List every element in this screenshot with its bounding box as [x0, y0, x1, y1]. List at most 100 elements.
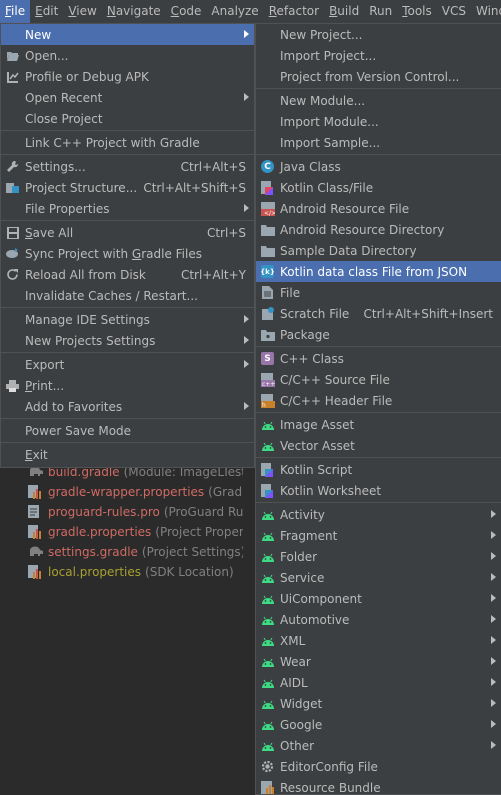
menu-item-new-projects-settings[interactable]: New Projects Settings: [1, 330, 254, 351]
menubar-item-run[interactable]: Run: [364, 0, 397, 23]
menu-item-reload-disk-label: Reload All from Disk: [25, 267, 146, 282]
menu-item-kotlin-worksheet[interactable]: Kotlin Worksheet: [256, 480, 501, 501]
menu-item-add-favorites[interactable]: Add to Favorites: [1, 396, 254, 417]
resource-bundle-icon: [260, 780, 275, 794]
menu-item-kotlin-worksheet-label: Kotlin Worksheet: [280, 483, 382, 498]
menu-item-reload-disk[interactable]: Reload All from Disk Ctrl+Alt+Y: [1, 264, 254, 285]
menu-item-open-recent[interactable]: Open Recent: [1, 87, 254, 108]
submenu-arrow-icon: [491, 615, 496, 623]
menu-item-save-all[interactable]: Save All Ctrl+S: [1, 222, 254, 243]
menubar-item-window[interactable]: Windo: [471, 0, 501, 23]
menu-item-print[interactable]: Print...: [1, 375, 254, 396]
menu-item-ui-component[interactable]: UiComponent: [256, 588, 501, 609]
tree-file-row[interactable]: local.properties (SDK Location): [28, 562, 243, 582]
menu-item-project-from-vcs[interactable]: Project from Version Control...: [256, 66, 501, 87]
menu-item-file-properties[interactable]: File Properties: [1, 198, 254, 219]
menu-item-exit[interactable]: Exit: [1, 444, 254, 465]
properties-file-icon: [28, 485, 44, 499]
menu-item-cpp-header-label: C/C++ Header File: [280, 393, 393, 408]
menu-item-cpp-header[interactable]: h C/C++ Header File: [256, 390, 501, 411]
menu-item-other[interactable]: Other: [256, 735, 501, 756]
menu-item-image-asset[interactable]: Image Asset: [256, 414, 501, 435]
svg-text:h: h: [262, 402, 266, 408]
menu-item-folder[interactable]: Folder: [256, 546, 501, 567]
menu-item-new[interactable]: New: [1, 24, 254, 45]
tree-file-row[interactable]: settings.gradle (Project Settings): [28, 542, 243, 562]
menu-item-kotlin-script-label: Kotlin Script: [280, 462, 353, 477]
new-submenu: New Project... Import Project... Project…: [255, 23, 501, 795]
menu-item-export[interactable]: Export: [1, 354, 254, 375]
menu-item-wear-label: Wear: [280, 654, 311, 669]
menubar-label: Run: [369, 4, 393, 18]
menu-item-settings[interactable]: Settings... Ctrl+Alt+S: [1, 156, 254, 177]
menu-item-xml[interactable]: XML: [256, 630, 501, 651]
menubar-item-build[interactable]: Build: [324, 0, 364, 23]
menu-item-xml-label: XML: [280, 633, 306, 648]
menu-item-link-cpp[interactable]: Link C++ Project with Gradle: [1, 132, 254, 153]
menu-item-invalidate-caches[interactable]: Invalidate Caches / Restart...: [1, 285, 254, 306]
menu-item-android-resource-dir[interactable]: Android Resource Directory: [256, 219, 501, 240]
menu-item-service[interactable]: Service: [256, 567, 501, 588]
menubar-item-view[interactable]: View: [63, 0, 101, 23]
menu-item-sample-data-dir[interactable]: Sample Data Directory: [256, 240, 501, 261]
menu-item-kotlin-data-class-json[interactable]: {k} Kotlin data class File from JSON: [256, 261, 501, 282]
save-icon: [5, 225, 20, 240]
menu-item-vector-asset[interactable]: Vector Asset: [256, 435, 501, 456]
menu-item-file[interactable]: File: [256, 282, 501, 303]
menubar-item-vcs[interactable]: VCS: [437, 0, 471, 23]
gear-icon: [260, 759, 275, 774]
menu-item-automotive[interactable]: Automotive: [256, 609, 501, 630]
menu-item-import-module[interactable]: Import Module...: [256, 111, 501, 132]
menu-item-package[interactable]: Package: [256, 324, 501, 345]
menu-item-power-save[interactable]: Power Save Mode: [1, 420, 254, 441]
menu-item-profile-debug-apk-label: Profile or Debug APK: [25, 69, 149, 84]
tree-file-name: gradle.properties: [48, 525, 152, 539]
tree-file-row[interactable]: gradle-wrapper.properties(Gradle V: [28, 482, 243, 502]
menubar-item-edit[interactable]: Edit: [30, 0, 63, 23]
tree-file-row[interactable]: gradle.properties(Project Properties: [28, 522, 243, 542]
menu-item-cpp-class[interactable]: S C++ Class: [256, 348, 501, 369]
menu-item-new-project[interactable]: New Project...: [256, 24, 501, 45]
menu-item-resource-bundle[interactable]: Resource Bundle: [256, 777, 501, 794]
menu-item-import-project[interactable]: Import Project...: [256, 45, 501, 66]
kotlin-file-icon: [260, 180, 275, 195]
menu-item-import-sample[interactable]: Import Sample...: [256, 132, 501, 153]
submenu-arrow-icon: [491, 510, 496, 518]
menu-item-sync-gradle[interactable]: Sync Project with Gradle Files: [1, 243, 254, 264]
menu-item-kotlin-class[interactable]: Kotlin Class/File: [256, 177, 501, 198]
menu-item-sync-gradle-label: Sync Project with Gradle Files: [25, 246, 202, 261]
menu-item-open[interactable]: Open...: [1, 45, 254, 66]
menubar-item-navigate[interactable]: Navigate: [102, 0, 166, 23]
menu-item-scratch-file[interactable]: Scratch File Ctrl+Alt+Shift+Insert: [256, 303, 501, 324]
menu-item-cpp-class-label: C++ Class: [280, 351, 344, 366]
menu-item-kotlin-script[interactable]: Kotlin Script: [256, 459, 501, 480]
menu-item-wear[interactable]: Wear: [256, 651, 501, 672]
menu-item-editorconfig[interactable]: EditorConfig File: [256, 756, 501, 777]
tree-file-row[interactable]: proguard-rules.pro(ProGuard Rules: [28, 502, 243, 522]
kotlin-script-icon: [260, 462, 275, 477]
menu-item-profile-debug-apk[interactable]: Profile or Debug APK: [1, 66, 254, 87]
menubar-item-refactor[interactable]: Refactor: [264, 0, 324, 23]
menu-item-widget[interactable]: Widget: [256, 693, 501, 714]
menu-item-fragment[interactable]: Fragment: [256, 525, 501, 546]
menu-item-java-class[interactable]: C Java Class: [256, 156, 501, 177]
menubar-item-analyze[interactable]: Analyze: [206, 0, 263, 23]
menu-item-new-module[interactable]: New Module...: [256, 90, 501, 111]
menu-item-export-label: Export: [25, 357, 65, 372]
menubar-item-code[interactable]: Code: [166, 0, 207, 23]
menu-item-google[interactable]: Google: [256, 714, 501, 735]
menu-item-activity[interactable]: Activity: [256, 504, 501, 525]
menubar-item-file[interactable]: File: [0, 0, 31, 23]
wrench-icon: [5, 159, 20, 174]
menubar-label: Analyze: [211, 4, 259, 18]
menubar-item-tools[interactable]: Tools: [397, 0, 437, 23]
submenu-arrow-icon: [244, 336, 249, 344]
menu-item-cpp-source[interactable]: c++ C/C++ Source File: [256, 369, 501, 390]
menu-item-android-resource-file[interactable]: </> Android Resource File: [256, 198, 501, 219]
menu-item-close-project[interactable]: Close Project: [1, 108, 254, 129]
menu-item-aidl[interactable]: AIDL: [256, 672, 501, 693]
menu-item-add-favorites-label: Add to Favorites: [25, 399, 123, 414]
menubar-label: iew: [76, 4, 97, 18]
menu-item-project-structure[interactable]: Project Structure... Ctrl+Alt+Shift+S: [1, 177, 254, 198]
menu-item-manage-ide[interactable]: Manage IDE Settings: [1, 309, 254, 330]
